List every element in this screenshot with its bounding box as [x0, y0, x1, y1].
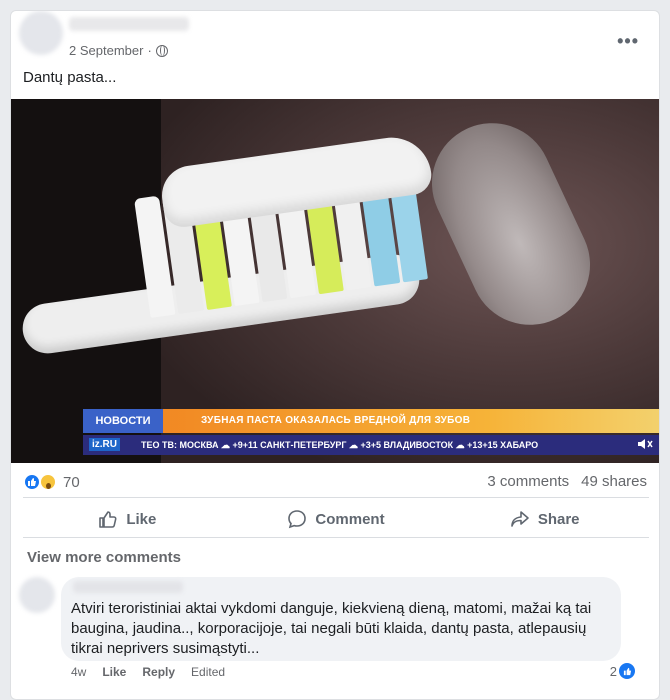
engagement-counts: 3 comments 49 shares — [487, 473, 647, 490]
post-date[interactable]: 2 September — [69, 43, 143, 58]
comment-like-link[interactable]: Like — [102, 665, 126, 679]
thumbs-up-icon — [99, 511, 117, 528]
post-text: Dantų pasta... — [23, 69, 117, 86]
comment-label: Comment — [315, 510, 385, 528]
divider — [23, 497, 649, 498]
comments-count[interactable]: 3 comments — [487, 473, 569, 490]
weather-ticker: ТЕО ТВ: МОСКВА ☁ +9+11 САНКТ-ПЕТЕРБУРГ ☁… — [141, 440, 539, 450]
reaction-count: 70 — [63, 473, 80, 491]
channel-tag: НОВОСТИ — [83, 409, 163, 433]
comment-button[interactable]: Comment — [232, 501, 441, 537]
reaction-summary[interactable]: 70 — [23, 473, 80, 491]
channel-logo: iz.RU — [89, 438, 120, 451]
like-label: Like — [126, 510, 157, 528]
share-label: Share — [537, 510, 580, 528]
post-card: 2 September · ••• Dantų pasta... НОВОСТИ… — [10, 10, 660, 700]
commenter-name-redacted[interactable] — [73, 581, 183, 593]
divider — [23, 537, 649, 538]
share-icon — [511, 511, 529, 527]
comment-text: Atviri teroristiniai aktai vykdomi dangu… — [71, 600, 592, 657]
like-button[interactable]: Like — [23, 501, 232, 537]
comment-edited-label[interactable]: Edited — [191, 665, 225, 679]
comment-reaction-count: 2 — [609, 663, 617, 679]
author-avatar[interactable] — [19, 11, 63, 55]
globe-icon — [155, 44, 168, 57]
comment-icon — [288, 510, 307, 529]
video-player[interactable]: НОВОСТИ ЗУБНАЯ ПАСТА ОКАЗАЛАСЬ ВРЕДНОЙ Д… — [11, 99, 659, 463]
like-reaction-icon — [619, 663, 635, 679]
commenter-avatar[interactable] — [19, 577, 55, 613]
comment-reactions[interactable]: 2 — [610, 663, 635, 679]
author-name-redacted[interactable] — [69, 17, 189, 31]
action-bar: Like Comment Share — [23, 501, 649, 537]
view-more-comments-link[interactable]: View more comments — [27, 549, 181, 566]
shares-count[interactable]: 49 shares — [581, 473, 647, 490]
comment-age[interactable]: 4w — [71, 665, 86, 679]
share-button[interactable]: Share — [440, 501, 649, 537]
comment-reply-link[interactable]: Reply — [142, 665, 175, 679]
more-options-button[interactable]: ••• — [617, 31, 639, 52]
mute-icon[interactable] — [637, 437, 653, 451]
wow-reaction-icon — [39, 473, 57, 491]
comment-meta: 4w Like Reply Edited — [71, 665, 225, 679]
post-meta: 2 September · — [69, 43, 168, 58]
news-headline: ЗУБНАЯ ПАСТА ОКАЗАЛАСЬ ВРЕДНОЙ ДЛЯ ЗУБОВ — [201, 415, 471, 426]
